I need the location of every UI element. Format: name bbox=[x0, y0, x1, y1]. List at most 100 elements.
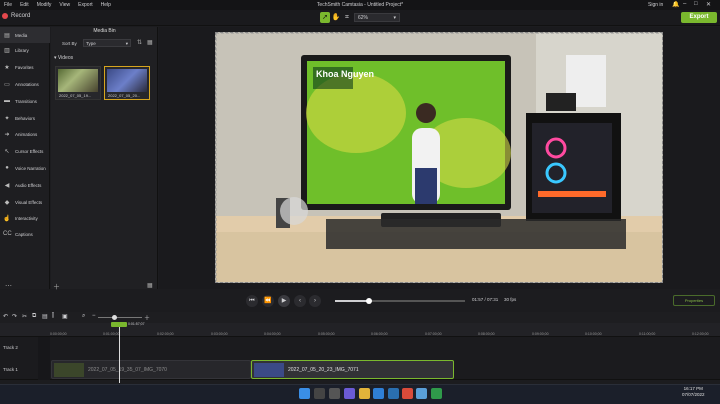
video-preview[interactable]: Khoa Nguyen bbox=[215, 32, 663, 283]
undo-icon[interactable]: ↶ bbox=[3, 313, 8, 320]
timecode: 01:57 / 07:31 bbox=[472, 297, 499, 302]
snapshot-icon[interactable]: ▣ bbox=[62, 313, 68, 320]
sidebar-item-voice-narration[interactable]: ● Voice Narration bbox=[0, 160, 50, 176]
task-view-icon[interactable] bbox=[329, 388, 340, 399]
system-clock[interactable]: 16:17 PM 07/07/2022 bbox=[682, 386, 705, 398]
sidebar-item-library[interactable]: ▥ Library bbox=[0, 42, 50, 58]
sidebar-item-favorites[interactable]: ★ Favorites bbox=[0, 59, 50, 75]
menu-help[interactable]: Help bbox=[101, 2, 111, 8]
media-item[interactable]: 2022_07_05_20... bbox=[104, 66, 150, 100]
sign-in-link[interactable]: Sign in bbox=[648, 2, 663, 8]
grid-icon[interactable]: ▦ bbox=[147, 282, 153, 289]
photos-icon[interactable] bbox=[416, 388, 427, 399]
sidebar-item-label: Visual Effects bbox=[15, 199, 43, 205]
sort-order-icon[interactable]: ⇅ bbox=[137, 39, 142, 46]
start-icon[interactable] bbox=[299, 388, 310, 399]
scrub-handle[interactable] bbox=[365, 298, 372, 304]
clock-date: 07/07/2022 bbox=[682, 392, 705, 397]
clip-thumbnail bbox=[254, 363, 284, 377]
sidebar-item-animations[interactable]: ➜ Animations bbox=[0, 126, 50, 142]
playhead[interactable] bbox=[119, 325, 120, 383]
behavior-icon: ✦ bbox=[4, 115, 10, 122]
film-icon: ▤ bbox=[4, 32, 10, 39]
select-tool-icon[interactable]: ➚ bbox=[320, 12, 330, 23]
sidebar-item-label: Annotations bbox=[15, 81, 39, 87]
store-icon[interactable] bbox=[388, 388, 399, 399]
sidebar-item-label: Captions bbox=[15, 231, 33, 237]
sidebar-item-behaviors[interactable]: ✦ Behaviors bbox=[0, 110, 50, 126]
export-button[interactable]: Export bbox=[681, 12, 717, 23]
timeline-toolbar: ↶ ↷ ✂ ⧉ ▤ ⫿ ▣ ⌕ − ＋ bbox=[0, 312, 720, 323]
redo-icon[interactable]: ↷ bbox=[12, 313, 17, 320]
forward-icon[interactable]: › bbox=[309, 295, 321, 307]
sidebar-item-captions[interactable]: CC Captions bbox=[0, 226, 50, 242]
copy-icon[interactable]: ⧉ bbox=[32, 313, 36, 320]
zoom-select[interactable]: 62% ▾ bbox=[354, 13, 400, 22]
menu-modify[interactable]: Modify bbox=[37, 2, 52, 8]
step-back-icon[interactable]: ⏮ bbox=[246, 295, 258, 307]
record-button[interactable]: Record bbox=[2, 13, 30, 19]
play-icon[interactable]: ▶ bbox=[278, 295, 290, 307]
chrome-icon[interactable] bbox=[402, 388, 413, 399]
pan-tool-icon[interactable]: ✋ bbox=[331, 12, 341, 23]
file-explorer-icon[interactable] bbox=[359, 388, 370, 399]
media-bin-title: Media Bin bbox=[93, 28, 116, 34]
minimize-icon[interactable]: – bbox=[683, 1, 686, 7]
sidebar-item-label: Media bbox=[15, 32, 28, 38]
sort-select[interactable]: Type ▾ bbox=[83, 39, 131, 47]
zoom-search-icon[interactable]: ⌕ bbox=[82, 313, 85, 320]
bell-icon[interactable]: 🔔 bbox=[672, 1, 679, 8]
close-icon[interactable]: ✕ bbox=[706, 1, 711, 8]
interactivity-icon: ☝ bbox=[3, 215, 11, 222]
zoom-value: 62% bbox=[358, 15, 369, 21]
zoom-in-icon[interactable]: ＋ bbox=[144, 313, 150, 322]
captions-icon: CC bbox=[3, 231, 12, 237]
menu-export[interactable]: Export bbox=[78, 2, 92, 8]
animation-icon: ➜ bbox=[4, 131, 10, 138]
cut-icon[interactable]: ✂ bbox=[22, 313, 27, 320]
crop-tool-icon[interactable]: ⌗ bbox=[342, 12, 352, 23]
sidebar-item-transitions[interactable]: ▬ Transitions bbox=[0, 93, 50, 109]
menu-view[interactable]: View bbox=[59, 2, 70, 8]
teams-icon[interactable] bbox=[344, 388, 355, 399]
camtasia-icon[interactable] bbox=[431, 388, 442, 399]
sidebar-item-annotations[interactable]: ▭ Annotations bbox=[0, 76, 50, 92]
sidebar-item-media[interactable]: ▤ Media bbox=[0, 27, 50, 43]
export-label: Export bbox=[689, 14, 709, 20]
timeline-zoom-slider[interactable] bbox=[98, 317, 142, 318]
properties-label: Properties bbox=[684, 298, 704, 303]
properties-button[interactable]: Properties bbox=[673, 295, 715, 306]
videos-section-header[interactable]: ▾ Videos bbox=[54, 55, 73, 61]
sidebar-item-cursor-effects[interactable]: ↖ Cursor Effects bbox=[0, 143, 50, 159]
split-icon[interactable]: ⫿ bbox=[52, 313, 54, 320]
more-icon[interactable]: ⋯ bbox=[5, 282, 12, 290]
sidebar-item-label: Favorites bbox=[15, 64, 34, 70]
menu-edit[interactable]: Edit bbox=[20, 2, 29, 8]
maximize-icon[interactable]: □ bbox=[694, 1, 698, 7]
timeline-clip[interactable]: 2022_07_05_20_23_IMG_7071 bbox=[251, 360, 454, 379]
back-icon[interactable]: ‹ bbox=[294, 295, 306, 307]
grid-view-icon[interactable]: ▦ bbox=[147, 39, 153, 46]
timeline-zoom-handle[interactable] bbox=[112, 315, 117, 320]
previous-frame-icon[interactable]: ⏪ bbox=[262, 295, 274, 307]
sidebar-item-interactivity[interactable]: ☝ Interactivity bbox=[0, 210, 50, 226]
media-item[interactable]: 2022_07_05_19... bbox=[55, 66, 101, 100]
menu-file[interactable]: File bbox=[4, 2, 12, 8]
search-icon[interactable] bbox=[314, 388, 325, 399]
playhead-handle[interactable] bbox=[111, 322, 127, 327]
track-2[interactable]: Track 2 bbox=[0, 337, 720, 359]
timeline-clip[interactable]: 2022_07_05_19_35_07_IMG_7070 bbox=[51, 360, 251, 379]
cursor-icon: ↖ bbox=[4, 148, 10, 155]
sidebar-item-audio-effects[interactable]: ◀ Audio Effects bbox=[0, 177, 50, 193]
videos-section-label: Videos bbox=[57, 55, 74, 61]
sidebar-item-visual-effects[interactable]: ◆ Visual Effects bbox=[0, 194, 50, 210]
zoom-out-icon[interactable]: − bbox=[92, 313, 96, 319]
sort-label: Sort By bbox=[62, 41, 77, 46]
preview-overlay-text: Khoa Nguyen bbox=[316, 69, 375, 79]
clip-thumbnail bbox=[54, 363, 84, 377]
paste-icon[interactable]: ▤ bbox=[42, 313, 48, 320]
ruler-tick: 0:05:00;00 bbox=[318, 332, 335, 336]
add-media-icon[interactable]: ＋ bbox=[53, 282, 60, 292]
edge-icon[interactable] bbox=[373, 388, 384, 399]
ruler-tick: 0:01:00;00 bbox=[103, 332, 120, 336]
